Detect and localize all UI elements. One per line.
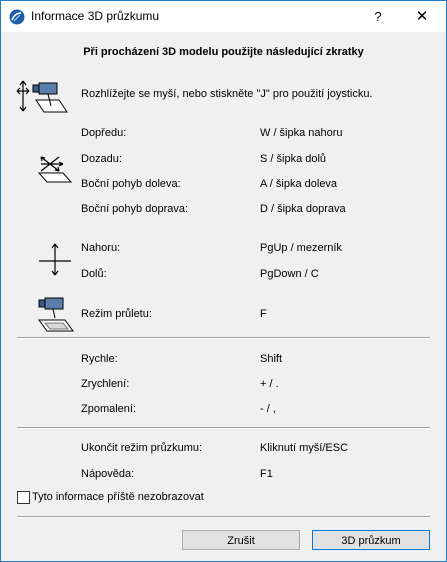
help-button[interactable]: ? xyxy=(363,1,393,32)
cancel-button[interactable]: Zrušit xyxy=(182,530,300,550)
shortcut-value-exit: Kliknutí myší/ESC xyxy=(260,442,349,454)
shortcut-label-help: Nápověda: xyxy=(81,468,135,480)
horizontal-move-icon xyxy=(37,156,73,183)
separator xyxy=(17,427,430,429)
separator xyxy=(17,516,430,518)
intro-text: Rozhlížejte se myší, nebo stiskněte "J" … xyxy=(81,88,373,100)
close-button[interactable]: ✕ xyxy=(399,1,445,32)
shortcut-label-backward: Dozadu: xyxy=(81,153,122,165)
dont-show-again-label[interactable]: Tyto informace příště nezobrazovat xyxy=(32,491,204,503)
shortcut-label-up: Nahoru: xyxy=(81,242,121,254)
archicad-app-icon xyxy=(9,9,25,25)
shortcut-label-flight: Režim průletu: xyxy=(81,308,152,320)
flight-mode-camera-icon xyxy=(38,297,74,332)
separator xyxy=(17,337,430,339)
shortcut-label-accelerate: Zrychlení: xyxy=(81,378,130,390)
shortcut-label-forward: Dopředu: xyxy=(81,127,127,139)
shortcuts-heading: Při procházení 3D modelu použijte násled… xyxy=(83,46,364,58)
dialog-content: Při procházení 3D modelu použijte násled… xyxy=(1,32,446,561)
shortcut-value-strafe-right: D / šipka doprava xyxy=(260,203,346,215)
shortcut-label-fast: Rychle: xyxy=(81,353,118,365)
shortcut-value-flight: F xyxy=(260,308,267,320)
dialog-window: Informace 3D průzkumu ? ✕ Při procházení… xyxy=(0,0,447,562)
title-bar[interactable]: Informace 3D průzkumu ? ✕ xyxy=(1,1,446,32)
dont-show-again-checkbox[interactable] xyxy=(17,491,30,504)
shortcut-value-forward: W / šipka nahoru xyxy=(260,127,343,139)
shortcut-value-decelerate: - / , xyxy=(260,403,276,415)
shortcut-value-accelerate: + / . xyxy=(260,378,279,390)
shortcut-label-exit: Ukončit režim průzkumu: xyxy=(81,442,203,454)
shortcut-value-help: F1 xyxy=(260,468,273,480)
shortcut-label-decelerate: Zpomalení: xyxy=(81,403,137,415)
shortcut-value-strafe-left: A / šipka doleva xyxy=(260,178,338,190)
3d-explore-button[interactable]: 3D průzkum xyxy=(312,530,430,550)
shortcut-value-fast: Shift xyxy=(260,353,283,365)
shortcut-value-down: PgDown / C xyxy=(260,268,319,280)
shortcut-label-down: Dolů: xyxy=(81,268,107,280)
shortcut-label-strafe-right: Boční pohyb doprava: xyxy=(81,203,189,215)
shortcut-value-backward: S / šipka dolů xyxy=(260,153,327,165)
vertical-move-icon xyxy=(39,243,71,276)
window-title: Informace 3D průzkumu xyxy=(31,9,160,23)
shortcut-value-up: PgUp / mezerník xyxy=(260,242,342,254)
shortcut-label-strafe-left: Boční pohyb doleva: xyxy=(81,178,181,190)
look-around-camera-icon xyxy=(16,80,68,113)
